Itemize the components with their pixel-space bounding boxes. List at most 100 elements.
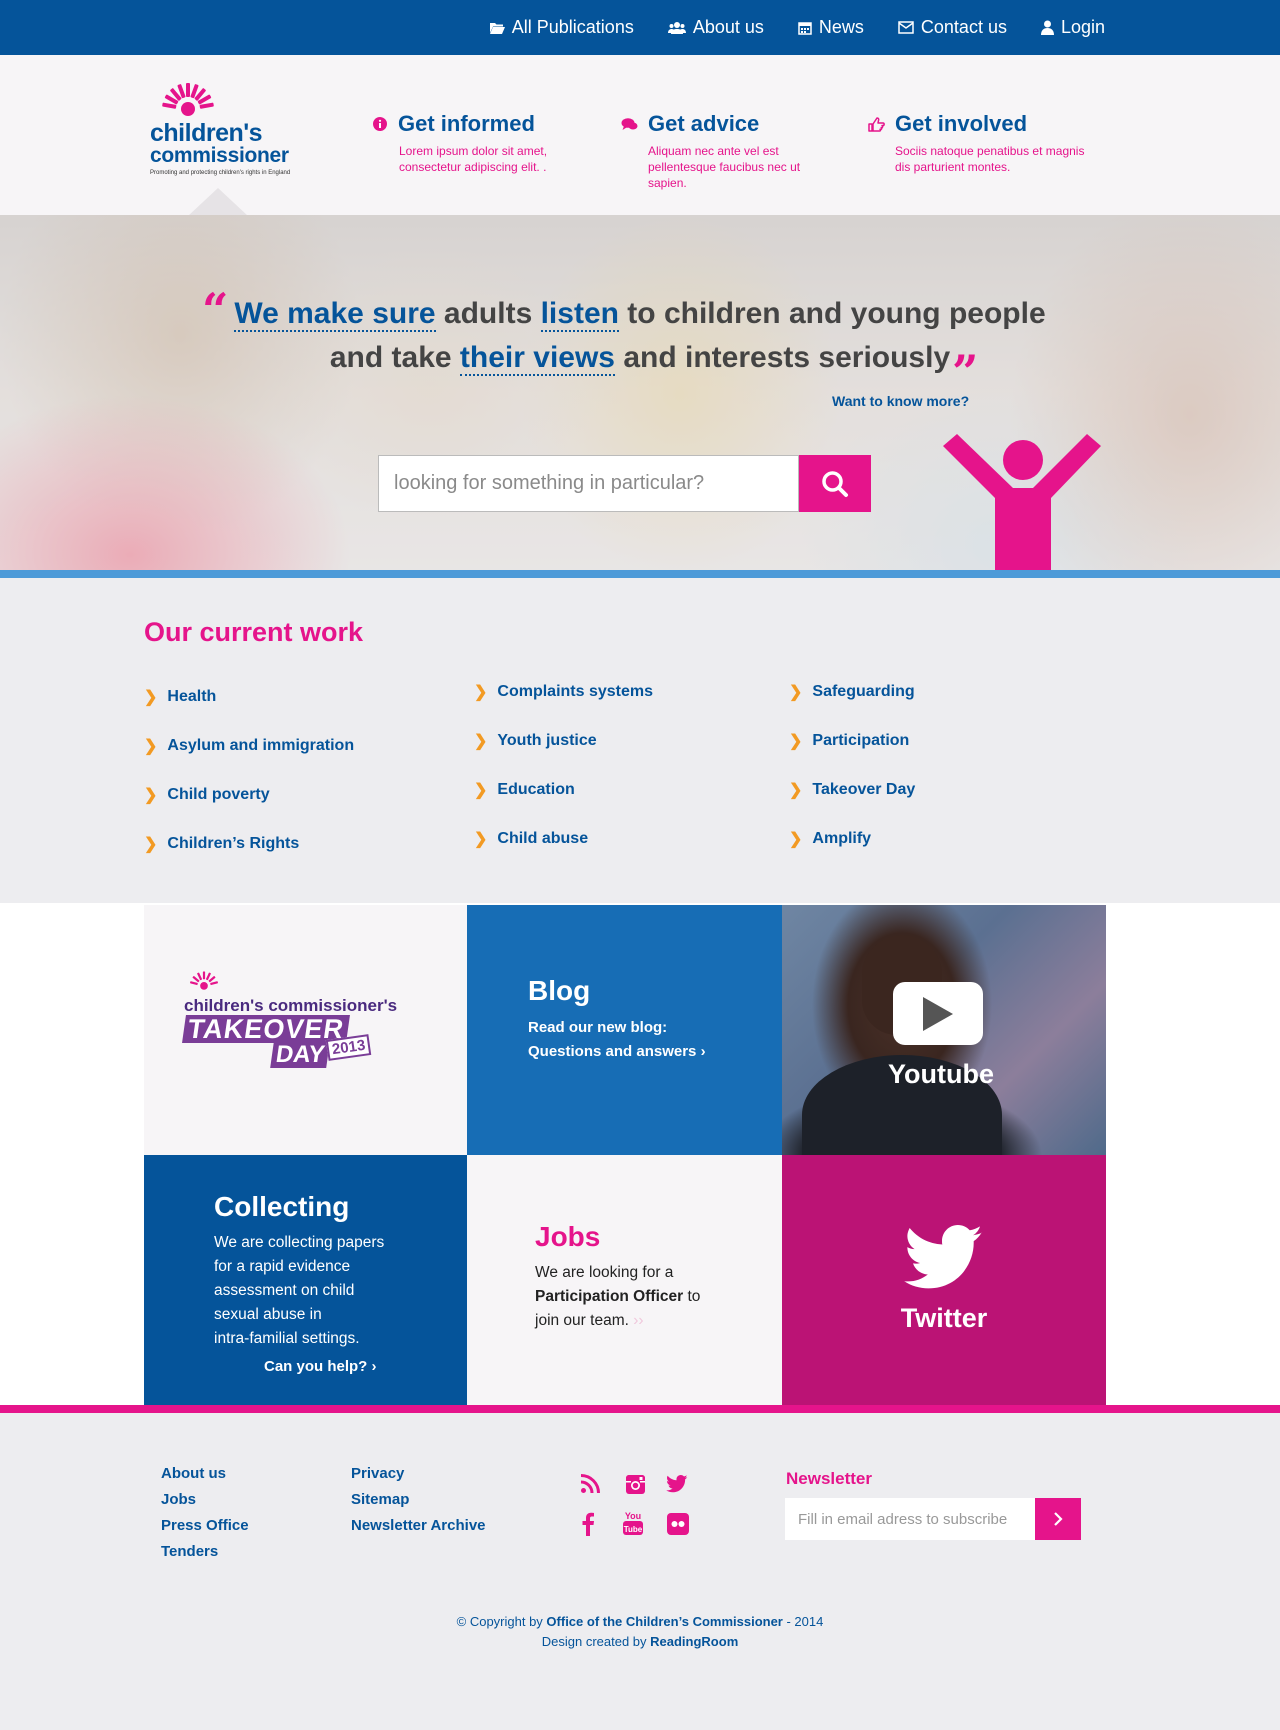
collecting-line: intra-familial settings. [214,1330,360,1347]
work-label: Education [497,781,575,798]
chevron-right-icon: ❯ [144,787,158,804]
work-link-child-abuse[interactable]: ❯ Child abuse [474,829,588,849]
our-current-work-title: Our current work [144,617,364,647]
collecting-tile[interactable]: Collecting We are collecting papers for … [144,1155,467,1405]
quote-text: and take [329,341,460,374]
nav-label: Login [1060,17,1105,37]
play-icon [923,996,953,1031]
footer-link-newsletter-archive[interactable]: Newsletter Archive [351,1517,486,1534]
copyright-org[interactable]: Office of the Children’s Commissioner [546,1614,782,1629]
takeover-year: 2013 [325,1034,372,1061]
jobs-title: Jobs [535,1221,601,1252]
blog-tile[interactable]: Blog Read our new blog: Questions and an… [467,905,782,1155]
nav-label: News [818,17,864,37]
nav-news[interactable]: News [798,17,864,38]
work-link-health[interactable]: ❯ Health [144,687,216,707]
jobs-tile[interactable]: Jobs We are looking for a Participation … [467,1155,782,1405]
chevron-right-icon: ❯ [474,831,488,848]
work-link-child-poverty[interactable]: ❯ Child poverty [144,785,270,805]
work-link-asylum[interactable]: ❯ Asylum and immigration [144,736,354,756]
chevron-right-icon: ❯ [789,684,803,701]
instagram-icon[interactable] [623,1472,647,1496]
youtube-tile[interactable]: Youtube [782,905,1106,1155]
twitter-label: Twitter [900,1303,988,1333]
info-circle-icon [373,117,387,131]
get-advice-block[interactable]: Get advice Aliquam nec ante vel est pell… [621,111,841,191]
search-button[interactable] [799,455,871,512]
flickr-icon[interactable] [666,1512,690,1536]
newsletter-submit-button[interactable] [1035,1498,1081,1540]
footer-link-jobs[interactable]: Jobs [161,1491,196,1508]
quote-highlight[interactable]: We make sure [234,297,436,332]
footer-link-privacy[interactable]: Privacy [351,1465,404,1482]
can-you-help-link[interactable]: Can you help? › [264,1358,377,1375]
chevron-right-icon: ❯ [789,782,803,799]
newsletter-title: Newsletter [786,1469,872,1488]
copyright-prefix: © Copyright by [456,1614,547,1629]
takeover-line-2: TAKEOVER [182,1014,350,1044]
blog-line-1: Read our new blog: [528,1019,668,1036]
childrens-commissioner-logo[interactable]: children's commissioner Promoting and pr… [148,81,290,181]
work-label: Takeover Day [812,781,916,798]
chevron-right-icon: › [700,1043,706,1060]
blog-link[interactable]: Questions and answers › [528,1043,706,1060]
nav-contact-us[interactable]: Contact us [898,17,1007,38]
nav-label: Contact us [920,17,1007,37]
can-you-help-label: Can you help? [264,1358,368,1375]
logo-line-2: commissioner [150,144,289,167]
chevron-right-icon: ❯ [144,689,158,706]
quote-highlight[interactable]: listen [540,297,619,332]
nav-login[interactable]: Login [1040,17,1105,38]
work-label: Child poverty [167,786,270,803]
youtube-play-button[interactable] [893,982,983,1045]
work-link-education[interactable]: ❯ Education [474,780,575,800]
get-informed-block[interactable]: Get informed Lorem ipsum dolor sit amet,… [372,111,592,175]
footer-link-sitemap[interactable]: Sitemap [351,1491,409,1508]
jobs-text: We are looking for a Participation Offic… [535,1261,775,1333]
work-label: Safeguarding [812,683,915,700]
rss-icon[interactable] [578,1472,602,1496]
work-link-participation[interactable]: ❯ Participation [789,731,909,751]
work-link-complaints[interactable]: ❯ Complaints systems [474,682,653,702]
twitter-icon[interactable] [665,1472,689,1496]
blog-title: Blog [528,975,591,1006]
newsletter-email-input[interactable] [785,1498,1035,1540]
quote-highlight[interactable]: their views [459,341,615,376]
youtube-label: Youtube [888,1059,994,1089]
youtube-icon[interactable]: You Tube [621,1511,645,1535]
want-to-know-more-link[interactable]: Want to know more? [832,393,969,409]
work-link-youth-justice[interactable]: ❯ Youth justice [474,731,597,751]
work-label: Participation [812,732,910,749]
get-involved-title: Get involved [895,111,1028,136]
work-label: Asylum and immigration [167,737,355,754]
footer-link-press-office[interactable]: Press Office [161,1517,249,1534]
twitter-tile[interactable]: Twitter [782,1155,1106,1405]
hero-banner: “ We make sure adults listen to children… [0,215,1280,570]
designer-link[interactable]: ReadingRoom [650,1634,738,1649]
search-icon [822,470,848,497]
nav-about-us[interactable]: About us [667,17,764,38]
get-advice-title: Get advice [648,111,760,136]
double-chevron-right-icon[interactable]: ›› [633,1312,643,1329]
takeover-day-tile[interactable]: children's commissioner's TAKEOVER DAY 2… [144,905,467,1155]
work-link-takeover-day[interactable]: ❯ Takeover Day [789,780,915,800]
footer-link-tenders[interactable]: Tenders [161,1543,218,1560]
facebook-icon[interactable] [576,1512,600,1536]
chevron-right-icon: › [371,1358,377,1375]
folder-open-icon [489,22,505,34]
work-label: Amplify [812,830,872,847]
work-link-safeguarding[interactable]: ❯ Safeguarding [789,682,915,702]
nav-all-publications[interactable]: All Publications [489,17,634,38]
work-label: Youth justice [497,732,597,749]
collecting-line: sexual abuse in [214,1306,322,1323]
chevron-right-icon: ❯ [789,733,803,750]
svg-text:You: You [625,1511,641,1521]
sunburst-logo-icon [190,971,218,990]
sunburst-logo-icon [162,83,214,116]
chevron-right-icon: ❯ [789,831,803,848]
search-input[interactable] [378,455,799,512]
footer-link-about-us[interactable]: About us [161,1465,226,1482]
work-link-amplify[interactable]: ❯ Amplify [789,829,871,849]
get-involved-block[interactable]: Get involved Sociis natoque penatibus et… [868,111,1088,175]
work-link-childrens-rights[interactable]: ❯ Children’s Rights [144,834,299,854]
